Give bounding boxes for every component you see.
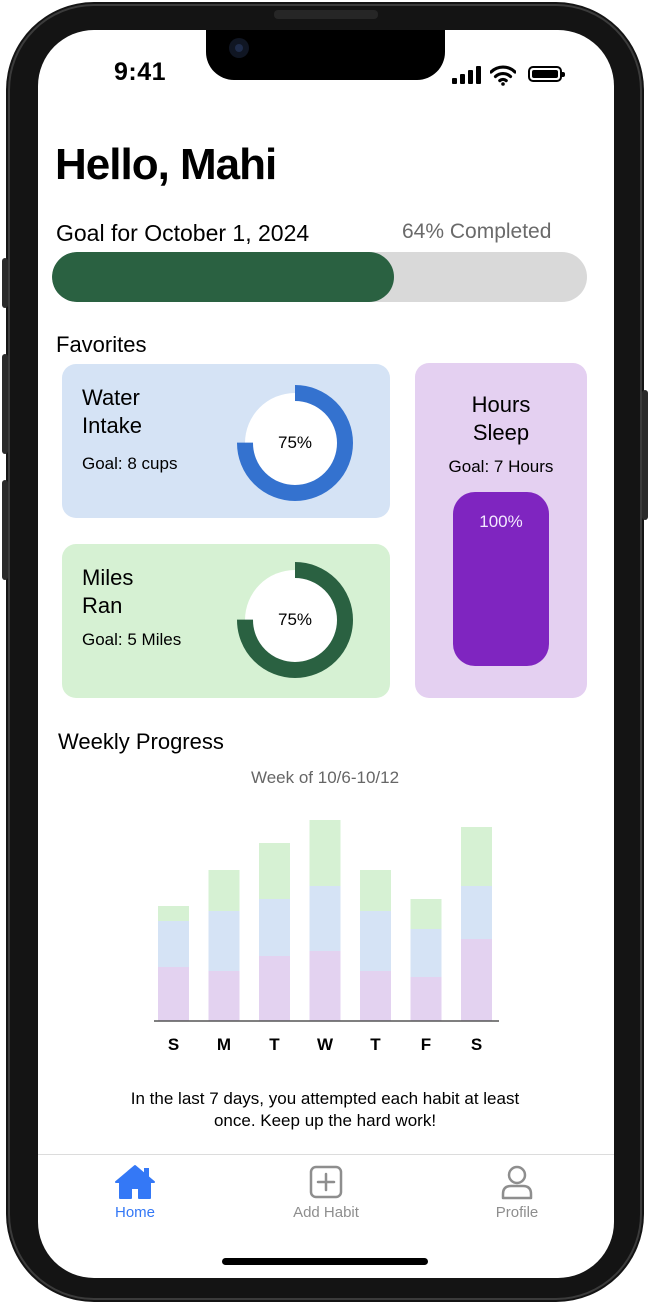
bar-segment-6-1 — [410, 977, 442, 1021]
water-percent-label: 75% — [277, 433, 313, 452]
bar-segment-1-1 — [158, 967, 189, 1021]
side-button-volume-up — [2, 354, 8, 454]
bar-segment-1-2 — [158, 921, 189, 967]
tab-profile-label: Profile — [495, 1204, 539, 1221]
water-goal-label: Goal: 8 cups — [82, 454, 178, 473]
bar-segment-7-2 — [461, 886, 492, 939]
home-icon — [115, 1165, 155, 1199]
bar-segment-5-1 — [360, 971, 391, 1021]
bar-cap-1 — [158, 906, 189, 920]
tab-add-habit-label: Add Habit — [293, 1204, 359, 1221]
bar-segment-2-2 — [208, 911, 240, 971]
x-tick-label: S — [471, 1035, 482, 1054]
bar-cap-4 — [309, 820, 341, 834]
bar-cap-2 — [208, 870, 240, 884]
sleep-progress-bar: 100% — [453, 492, 549, 666]
bar-segment-6-2 — [410, 929, 442, 977]
status-time: 9:41 — [114, 58, 167, 86]
sleep-goal-label: Goal: 7 Hours — [448, 457, 554, 476]
bar-cap-5 — [360, 870, 391, 884]
front-camera — [229, 38, 249, 58]
x-tick-label: S — [168, 1035, 179, 1054]
side-button-mute — [2, 258, 8, 308]
page-title: Hello, Mahi — [55, 140, 277, 189]
bar-cap-7 — [461, 827, 492, 841]
tab-home-label: Home — [114, 1204, 155, 1221]
x-tick-label: T — [269, 1035, 280, 1054]
miles-percent-label: 75% — [277, 610, 313, 629]
bar-segment-4-1 — [309, 951, 341, 1021]
bar-segment-4-2 — [309, 886, 341, 951]
bar-segment-7-1 — [461, 939, 492, 1021]
bar-segment-3-1 — [259, 956, 290, 1021]
cellular-signal-icon — [452, 66, 482, 84]
weekly-progress-heading: Weekly Progress — [58, 729, 224, 754]
miles-ran-card[interactable]: Miles Ran Goal: 5 Miles 75% — [62, 544, 390, 698]
plus-square-icon — [309, 1165, 343, 1199]
bar-segment-5-2 — [360, 911, 391, 971]
home-indicator[interactable] — [222, 1258, 428, 1265]
side-button-power — [642, 390, 648, 520]
sleep-percent-label: 100% — [479, 512, 523, 531]
miles-goal-label: Goal: 5 Miles — [82, 630, 182, 649]
goal-progress-fill — [52, 252, 395, 302]
tab-home[interactable]: Home — [75, 1164, 195, 1221]
goal-completed-label: 64% Completed — [402, 220, 552, 243]
tab-profile[interactable]: Profile — [457, 1164, 577, 1221]
week-range-label: Week of 10/6-10/12 — [250, 768, 400, 787]
weekly-stacked-bar-chart: SMTWTFS — [154, 820, 499, 1054]
wifi-icon — [490, 65, 516, 86]
bar-segment-2-1 — [208, 971, 240, 1021]
goal-progress-bar — [52, 252, 587, 302]
water-intake-card[interactable]: Water Intake Goal: 8 cups 75% — [62, 364, 390, 518]
tabbar-divider — [38, 1154, 614, 1155]
miles-progress-ring: 75% — [236, 561, 354, 679]
sleep-card-title: Hours Sleep — [471, 392, 531, 445]
weekly-summary-text: In the last 7 days, you attempted each h… — [130, 1089, 520, 1130]
water-progress-ring: 75% — [236, 384, 354, 502]
x-tick-label: T — [370, 1035, 381, 1054]
tab-add-habit[interactable]: Add Habit — [266, 1164, 386, 1221]
bar-cap-3 — [259, 843, 290, 857]
miles-card-title: Miles Ran — [82, 565, 134, 618]
person-icon — [501, 1165, 533, 1200]
favorites-heading: Favorites — [56, 332, 147, 357]
x-tick-label: F — [421, 1035, 431, 1054]
bar-cap-6 — [410, 899, 442, 913]
x-tick-label: W — [317, 1035, 334, 1054]
goal-date-label: Goal for October 1, 2024 — [56, 220, 310, 246]
top-speaker — [274, 11, 378, 19]
battery-icon — [528, 66, 565, 82]
bar-segment-3-2 — [259, 899, 290, 956]
x-tick-label: M — [217, 1035, 231, 1054]
side-button-volume-down — [2, 480, 8, 580]
water-card-title: Water Intake — [82, 385, 142, 438]
